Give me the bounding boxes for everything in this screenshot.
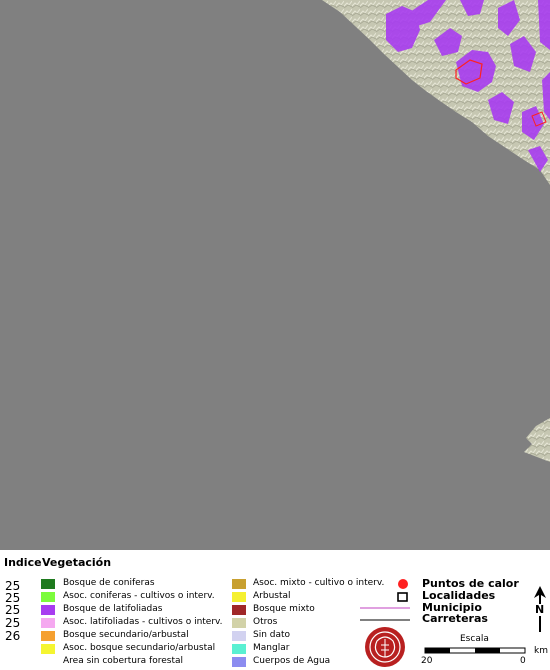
scale-title: Escala [460, 634, 489, 644]
legend-label: Manglar [253, 643, 290, 653]
legend-swatch-coniferous [41, 579, 55, 589]
legend-label: Area sin cobertura forestal [63, 656, 183, 666]
scale-left-value: 20 [421, 656, 433, 666]
map-legend: Indice Vegetación 25 25 25 25 26 Bosque … [0, 550, 550, 670]
legend-swatch-no-data [232, 631, 246, 641]
legend-swatch-broadleaf-crops [41, 618, 55, 628]
emblem-seal-icon [365, 627, 405, 667]
legend-label: Asoc. coniferas - cultivos o interv. [63, 591, 215, 601]
legend-label: Arbustal [253, 591, 291, 601]
legend-label: Bosque de latifoliadas [63, 604, 163, 614]
scale-bar [424, 647, 526, 654]
legend-swatch-secondary-shrub-assoc [41, 644, 55, 654]
legend-swatch-secondary-shrub [41, 631, 55, 641]
legend-label: Otros [253, 617, 278, 627]
legend-swatch-mangrove [232, 644, 246, 654]
index-value: 26 [5, 629, 21, 643]
legend-label: Asoc. latifoliadas - cultivos o interv. [63, 617, 223, 627]
legend-label: Sin dato [253, 630, 291, 640]
scale-unit: km [534, 646, 548, 656]
legend-swatch-mixed-forest [232, 605, 246, 615]
legend-label: Bosque secundario/arbustal [63, 630, 189, 640]
legend-label: Bosque mixto [253, 604, 315, 614]
index-value: 25 [5, 603, 21, 617]
legend-swatch-other [232, 618, 246, 628]
scale-right-value: 0 [520, 656, 526, 666]
legend-label: Cuerpos de Agua [253, 656, 331, 666]
legend-swatch-mixed-crops [232, 579, 246, 589]
roads-label: Carreteras [422, 612, 488, 625]
legend-label: Bosque de coniferas [63, 578, 155, 588]
vegetation-header: Vegetación [42, 556, 112, 569]
legend-label: Asoc. mixto - cultivo o interv. [253, 578, 385, 588]
legend-swatch-broadleaf [41, 605, 55, 615]
hotspot-icon [398, 579, 408, 589]
index-value: 25 [5, 616, 21, 630]
legend-swatch-coniferous-crops [41, 592, 55, 602]
index-header: Indice [4, 556, 42, 569]
map-view[interactable] [0, 0, 550, 550]
legend-swatch-shrubland [232, 592, 246, 602]
legend-label: Asoc. bosque secundario/arbustal [63, 643, 216, 653]
north-label: N [535, 603, 545, 616]
legend-swatch-water [232, 657, 246, 667]
